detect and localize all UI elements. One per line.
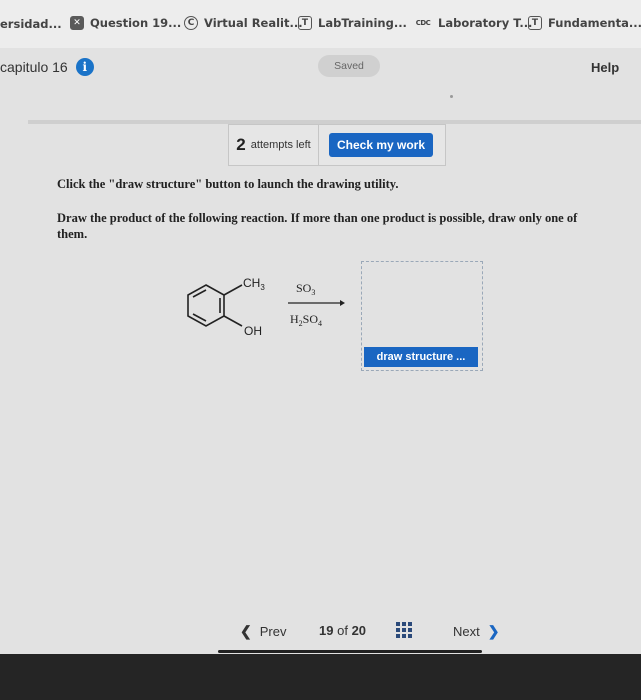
of-label: of — [337, 623, 348, 638]
prev-label: Prev — [259, 624, 287, 639]
bookmark-label: Virtual Realit... — [204, 16, 303, 30]
bookmark-universidad[interactable]: ersidad... — [0, 17, 62, 31]
hydroxyl-label: OH — [244, 324, 262, 338]
methyl-label: CH3 — [243, 276, 265, 292]
reagent-top: SO3 — [296, 281, 315, 297]
bottom-dark-area — [0, 654, 641, 700]
info-icon[interactable]: i — [75, 58, 94, 76]
bookmark-label: LabTraining... — [318, 16, 407, 30]
assignment-page: capitulo 16 i Saved Help 2 attempts left… — [0, 48, 641, 654]
nav-underline — [218, 650, 482, 653]
help-link[interactable]: Help — [591, 60, 619, 75]
bookmark-label: Fundamenta... — [548, 16, 641, 30]
next-label: Next — [453, 624, 480, 639]
total-questions: 20 — [351, 623, 367, 638]
question-text: Draw the product of the following reacti… — [57, 211, 578, 241]
reagent-bottom: H2SO4 — [290, 312, 322, 328]
draw-structure-button[interactable]: draw structure ... — [364, 347, 478, 367]
instruction-text: Click the "draw structure" button to lau… — [57, 177, 399, 191]
attempts-count: 2 — [236, 135, 246, 154]
chapter-title: capitulo 16 i — [0, 58, 94, 76]
cdc-logo-icon: CDC — [415, 19, 431, 27]
bookmark-laboratory[interactable]: CDC Laboratory T... — [414, 16, 533, 30]
next-button[interactable]: Next ❯ — [453, 623, 499, 640]
chapter-label: capitulo 16 — [0, 59, 68, 75]
reaction-scheme: CH3 OH SO3 H2SO4 — [187, 276, 345, 338]
bookmark-question[interactable]: ✕ Question 19... — [70, 16, 181, 30]
attempts-left: 2 attempts left — [229, 125, 319, 165]
t-box-icon: T — [528, 16, 542, 30]
bookmark-fundamentals[interactable]: T Fundamenta... — [528, 16, 641, 30]
bookmark-label: Question 19... — [90, 16, 182, 30]
attempts-panel: 2 attempts left Check my work — [228, 124, 446, 166]
saved-status-badge: Saved — [318, 55, 380, 77]
question-grid-icon[interactable] — [396, 622, 412, 638]
question-navigation: ❮ Prev 19 of 20 Next ❯ — [0, 608, 641, 654]
bookmark-label: ersidad... — [0, 17, 62, 31]
prev-button[interactable]: ❮ Prev — [240, 623, 286, 640]
close-box-icon: ✕ — [70, 16, 84, 30]
chevron-right-icon: ❯ — [487, 623, 500, 639]
benzene-ring — [187, 284, 243, 327]
bookmark-labtraining[interactable]: T LabTraining... — [298, 16, 407, 30]
chevron-left-icon: ❮ — [240, 623, 252, 639]
bookmark-virtual-reality[interactable]: C Virtual Realit... — [184, 16, 303, 30]
bookmarks-bar: ersidad... ✕ Question 19... C Virtual Re… — [0, 0, 641, 48]
page-indicator: 19 of 20 — [319, 623, 366, 638]
attempts-label: attempts left — [250, 139, 311, 151]
t-box-icon: T — [298, 16, 312, 30]
cursor-dot — [450, 95, 453, 98]
c-box-icon: C — [184, 16, 198, 30]
check-my-work-button[interactable]: Check my work — [329, 133, 433, 157]
current-question: 19 — [319, 623, 334, 638]
bookmark-label: Laboratory T... — [438, 16, 533, 30]
